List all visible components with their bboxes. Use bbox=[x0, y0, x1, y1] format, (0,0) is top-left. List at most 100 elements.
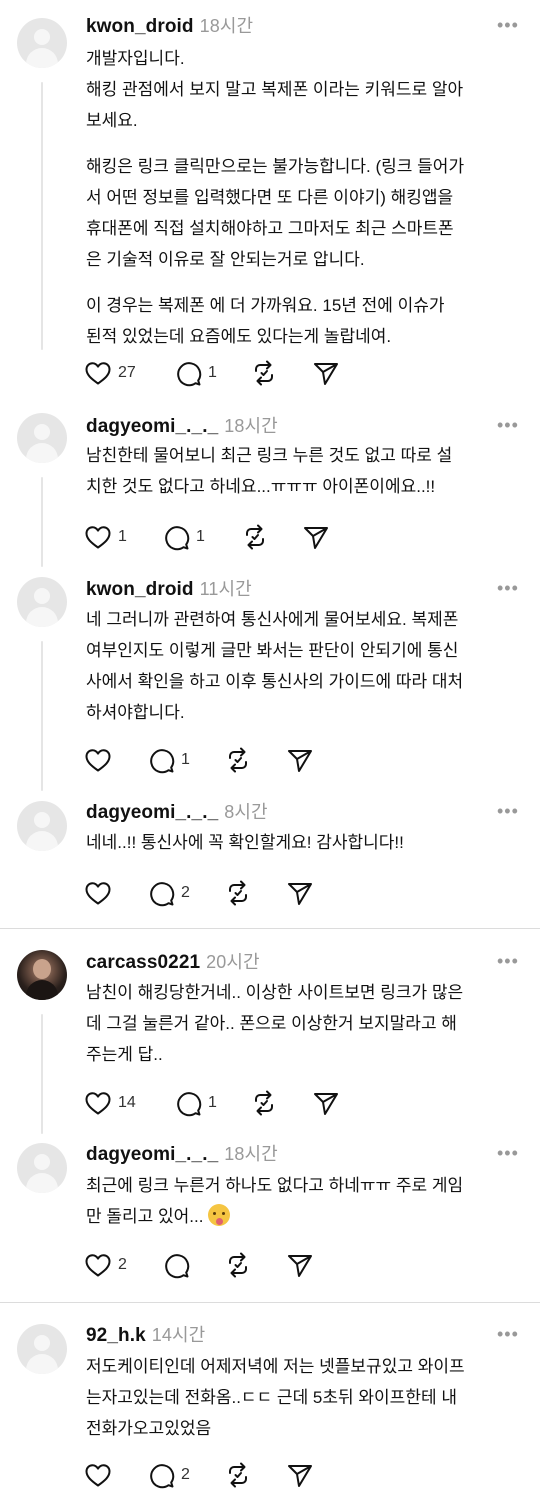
comment-icon bbox=[150, 882, 175, 907]
reply-button[interactable]: 2 bbox=[147, 1461, 190, 1489]
heart-icon bbox=[85, 362, 111, 385]
share-button[interactable] bbox=[286, 1461, 314, 1489]
like-button[interactable]: 1 bbox=[84, 523, 127, 551]
reply-button[interactable] bbox=[162, 1251, 196, 1279]
avatar[interactable] bbox=[17, 1324, 67, 1374]
comment-icon bbox=[177, 1092, 202, 1117]
avatar[interactable] bbox=[17, 950, 67, 1000]
comment-icon bbox=[150, 749, 175, 774]
thread-line bbox=[41, 82, 43, 350]
paragraph: 저도케이티인데 어제저녁에 저는 넷플보규있고 와이프 는자고있는데 전화옴..… bbox=[86, 1357, 465, 1438]
avatar[interactable] bbox=[17, 801, 67, 851]
more-options-icon[interactable]: ••• bbox=[497, 1143, 519, 1164]
paragraph: 이 경우는 복제폰 에 더 가까워요. 15년 전에 이슈가 된적 있었는데 요… bbox=[86, 296, 445, 346]
repost-button[interactable] bbox=[241, 523, 269, 551]
share-icon bbox=[288, 1255, 312, 1277]
username[interactable]: dagyeomi_._._ 18시간 bbox=[86, 1140, 278, 1166]
timestamp: 11시간 bbox=[199, 579, 252, 599]
repost-button[interactable] bbox=[224, 1251, 252, 1279]
timestamp: 8시간 bbox=[224, 802, 268, 822]
share-button[interactable] bbox=[312, 1089, 340, 1117]
avatar[interactable] bbox=[17, 413, 67, 463]
like-button[interactable]: 27 bbox=[84, 359, 136, 387]
more-options-icon[interactable]: ••• bbox=[497, 15, 519, 36]
comment-text: 네 그러니까 관련하여 통신사에게 물어보세요. 복제폰 여부인지도 이렇게 글… bbox=[86, 604, 526, 728]
username[interactable]: kwon_droid 11시간 bbox=[86, 575, 252, 601]
more-options-icon[interactable]: ••• bbox=[497, 1324, 519, 1345]
like-button[interactable]: 14 bbox=[84, 1089, 136, 1117]
more-options-icon[interactable]: ••• bbox=[497, 415, 519, 436]
repost-button[interactable] bbox=[224, 1461, 252, 1489]
share-icon bbox=[288, 883, 312, 905]
share-button[interactable] bbox=[286, 879, 314, 907]
repost-button[interactable] bbox=[250, 359, 278, 387]
paragraph: 네네..!! 통신사에 꼭 확인할게요! 감사합니다!! bbox=[86, 833, 404, 852]
more-options-icon[interactable]: ••• bbox=[497, 578, 519, 599]
reply-count: 2 bbox=[181, 1466, 190, 1483]
repost-icon bbox=[229, 880, 247, 906]
action-bar: 14 1 bbox=[84, 1089, 344, 1117]
comment-text: 개발자입니다. 해킹 관점에서 보지 말고 복제폰 이라는 키워드로 알아 보세… bbox=[86, 43, 526, 352]
like-button[interactable] bbox=[84, 879, 118, 907]
username[interactable]: kwon_droid 18시간 bbox=[86, 12, 253, 38]
drooling-face-emoji bbox=[208, 1204, 231, 1226]
like-count: 27 bbox=[118, 364, 136, 381]
like-button[interactable] bbox=[84, 1461, 118, 1489]
share-icon bbox=[304, 527, 328, 549]
like-button[interactable]: 2 bbox=[84, 1251, 127, 1279]
share-button[interactable] bbox=[302, 523, 330, 551]
share-icon bbox=[314, 1093, 338, 1115]
reply-count: 2 bbox=[181, 884, 190, 901]
reply-button[interactable]: 2 bbox=[147, 879, 190, 907]
username[interactable]: dagyeomi_._._ 8시간 bbox=[86, 798, 268, 824]
timestamp: 18시간 bbox=[224, 1144, 278, 1164]
action-bar: 2 bbox=[84, 1461, 344, 1489]
heart-icon bbox=[85, 749, 111, 772]
thread-line bbox=[41, 477, 43, 567]
share-button[interactable] bbox=[312, 359, 340, 387]
avatar[interactable] bbox=[17, 18, 67, 68]
username[interactable]: carcass0221 20시간 bbox=[86, 948, 260, 974]
repost-icon bbox=[229, 1252, 247, 1278]
share-button[interactable] bbox=[286, 746, 314, 774]
comment-icon bbox=[150, 1464, 175, 1489]
repost-button[interactable] bbox=[224, 746, 252, 774]
repost-button[interactable] bbox=[250, 1089, 278, 1117]
more-options-icon[interactable]: ••• bbox=[497, 951, 519, 972]
action-bar: 2 bbox=[84, 879, 344, 907]
heart-icon bbox=[85, 882, 111, 905]
avatar[interactable] bbox=[17, 1143, 67, 1193]
timestamp: 18시간 bbox=[199, 16, 254, 36]
avatar[interactable] bbox=[17, 577, 67, 627]
reply-button[interactable]: 1 bbox=[174, 1089, 217, 1117]
share-icon bbox=[314, 363, 338, 385]
like-button[interactable] bbox=[84, 746, 118, 774]
reply-button[interactable]: 1 bbox=[162, 523, 205, 551]
share-icon bbox=[288, 750, 312, 772]
heart-icon bbox=[85, 1464, 111, 1487]
paragraph: 해킹은 링크 클릭만으로는 불가능합니다. (링크 들어가 서 어떤 정보를 입… bbox=[86, 157, 465, 269]
thread-divider bbox=[0, 928, 540, 929]
comment-icon bbox=[165, 526, 190, 551]
comment-icon bbox=[165, 1254, 190, 1279]
reply-button[interactable]: 1 bbox=[174, 359, 217, 387]
timestamp: 20시간 bbox=[206, 952, 260, 972]
thread-divider bbox=[0, 1302, 540, 1303]
action-bar: 2 bbox=[84, 1251, 344, 1279]
comment-text: 최근에 링크 누른거 하나도 없다고 하네ㅠㅠ 주로 게임 만 돌리고 있어..… bbox=[86, 1170, 526, 1232]
thread-line bbox=[41, 1014, 43, 1134]
username[interactable]: 92_h.k 14시간 bbox=[86, 1321, 205, 1347]
like-count: 14 bbox=[118, 1094, 136, 1111]
share-button[interactable] bbox=[286, 1251, 314, 1279]
repost-icon bbox=[229, 747, 247, 773]
username[interactable]: dagyeomi_._._ 18시간 bbox=[86, 412, 278, 438]
repost-icon bbox=[255, 360, 273, 386]
repost-button[interactable] bbox=[224, 879, 252, 907]
reply-count: 1 bbox=[208, 1094, 217, 1111]
more-options-icon[interactable]: ••• bbox=[497, 801, 519, 822]
reply-button[interactable]: 1 bbox=[147, 746, 190, 774]
comment-text: 네네..!! 통신사에 꼭 확인할게요! 감사합니다!! bbox=[86, 827, 526, 858]
heart-icon bbox=[85, 1092, 111, 1115]
reply-count: 1 bbox=[208, 364, 217, 381]
reply-count: 1 bbox=[196, 528, 205, 545]
